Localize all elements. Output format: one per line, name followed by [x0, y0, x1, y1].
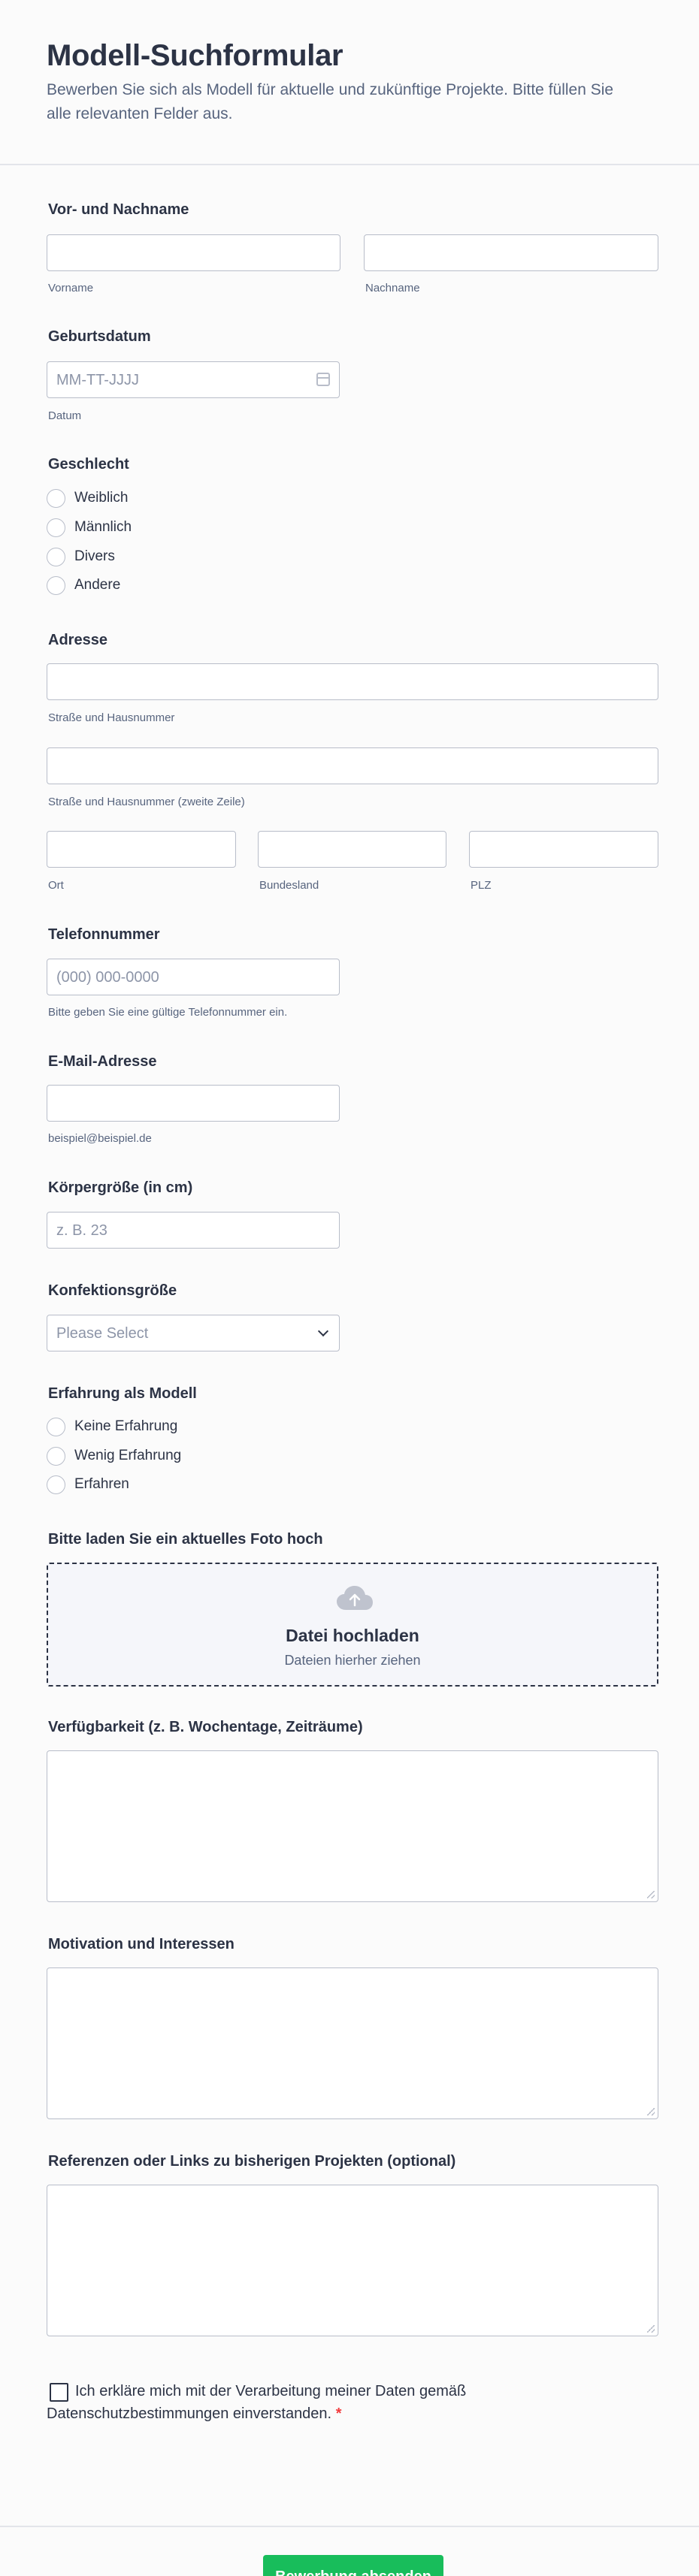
- form-title: Modell-Suchformular: [47, 39, 343, 72]
- gender-option-maennlich[interactable]: Männlich: [47, 517, 132, 538]
- address-label: Adresse: [48, 632, 107, 648]
- zip-input[interactable]: [469, 831, 658, 868]
- submit-button-label: Bewerbung absenden: [263, 2568, 443, 2576]
- phone-sublabel: Bitte geben Sie eine gültige Telefonnumm…: [48, 1006, 288, 1019]
- form-description: Bewerben Sie sich als Modell für aktuell…: [47, 81, 614, 122]
- name-label: Vor- und Nachname: [48, 201, 189, 218]
- street-input[interactable]: [47, 663, 658, 700]
- references-label: Referenzen oder Links zu bisherigen Proj…: [48, 2153, 456, 2170]
- street2-sublabel: Straße und Hausnummer (zweite Zeile): [48, 796, 245, 808]
- photo-label: Bitte laden Sie ein aktuelles Foto hoch: [48, 1531, 323, 1548]
- gender-option-label: Weiblich: [74, 490, 129, 506]
- first-name-input[interactable]: [47, 234, 340, 271]
- last-name-input[interactable]: [364, 234, 658, 271]
- experience-option-experienced[interactable]: Erfahren: [47, 1474, 129, 1495]
- height-label: Körpergröße (in cm): [48, 1179, 193, 1196]
- consent-label: Ich erkläre mich mit der Verarbeitung me…: [47, 2380, 588, 2425]
- size-select[interactable]: Please Select: [47, 1315, 340, 1351]
- resize-handle-icon[interactable]: [647, 1891, 655, 1898]
- motivation-textarea[interactable]: [47, 1967, 658, 2119]
- radio-button[interactable]: [47, 1417, 65, 1436]
- form-header: Modell-Suchformular Bewerben Sie sich al…: [0, 0, 699, 165]
- city-sublabel: Ort: [48, 879, 64, 892]
- email-label: E-Mail-Adresse: [48, 1053, 157, 1070]
- first-name-sublabel: Vorname: [48, 282, 94, 294]
- radio-button[interactable]: [47, 1475, 65, 1494]
- gender-label: Geschlecht: [48, 456, 129, 473]
- consent-text: Ich erkläre mich mit der Verarbeitung me…: [47, 2383, 467, 2422]
- radio-button[interactable]: [47, 518, 65, 537]
- height-placeholder: z. B. 23: [56, 1222, 107, 1239]
- submit-button[interactable]: Bewerbung absenden: [263, 2555, 443, 2576]
- references-textarea[interactable]: [47, 2185, 658, 2336]
- state-input[interactable]: [258, 831, 446, 868]
- radio-button[interactable]: [47, 575, 65, 595]
- resize-handle-icon[interactable]: [647, 2325, 655, 2333]
- last-name-sublabel: Nachname: [365, 282, 420, 294]
- motivation-label: Motivation und Interessen: [48, 1936, 235, 1952]
- file-upload-dropzone[interactable]: Datei hochladen Dateien hierher ziehen: [47, 1563, 658, 1687]
- experience-label: Erfahrung als Modell: [48, 1385, 197, 1402]
- chevron-down-icon: [317, 1325, 329, 1337]
- footer-divider: [0, 2526, 699, 2527]
- size-selected-value: Please Select: [56, 1325, 149, 1342]
- height-input[interactable]: z. B. 23: [47, 1212, 340, 1249]
- city-input[interactable]: [47, 831, 236, 868]
- experience-option-label: Keine Erfahrung: [74, 1418, 178, 1434]
- radio-button[interactable]: [47, 488, 65, 508]
- experience-option-little[interactable]: Wenig Erfahrung: [47, 1445, 181, 1466]
- gender-option-andere[interactable]: Andere: [47, 575, 120, 596]
- experience-option-label: Erfahren: [74, 1476, 129, 1492]
- cloud-upload-icon: [337, 1586, 373, 1610]
- phone-input[interactable]: (000) 000-0000: [47, 959, 340, 995]
- availability-textarea[interactable]: [47, 1750, 658, 1902]
- zip-sublabel: PLZ: [471, 879, 492, 892]
- email-input[interactable]: [47, 1085, 340, 1122]
- birthdate-placeholder: MM-TT-JJJJ: [56, 372, 139, 388]
- radio-button[interactable]: [47, 547, 65, 566]
- phone-label: Telefonnummer: [48, 926, 160, 943]
- calendar-icon[interactable]: [316, 373, 330, 386]
- state-sublabel: Bundesland: [259, 879, 319, 892]
- radio-button[interactable]: [47, 1446, 65, 1466]
- resize-handle-icon[interactable]: [647, 2108, 655, 2115]
- experience-option-none[interactable]: Keine Erfahrung: [47, 1416, 177, 1437]
- street-sublabel: Straße und Hausnummer: [48, 711, 175, 724]
- birthdate-label: Geburtsdatum: [48, 328, 151, 345]
- email-sublabel: beispiel@beispiel.de: [48, 1132, 152, 1145]
- upload-hint: Dateien hierher ziehen: [284, 1653, 421, 1668]
- consent-checkbox[interactable]: [50, 2383, 68, 2402]
- gender-option-weiblich[interactable]: Weiblich: [47, 488, 128, 509]
- required-asterisk: *: [335, 2405, 342, 2422]
- gender-option-label: Andere: [74, 577, 121, 593]
- gender-option-divers[interactable]: Divers: [47, 546, 115, 567]
- experience-option-label: Wenig Erfahrung: [74, 1448, 182, 1463]
- birthdate-sublabel: Datum: [48, 409, 82, 422]
- street2-input[interactable]: [47, 747, 658, 784]
- gender-option-label: Divers: [74, 548, 115, 564]
- birthdate-input[interactable]: MM-TT-JJJJ: [47, 361, 340, 398]
- phone-placeholder: (000) 000-0000: [56, 969, 159, 986]
- availability-label: Verfügbarkeit (z. B. Wochentage, Zeiträu…: [48, 1719, 363, 1735]
- upload-title: Datei hochladen: [286, 1626, 419, 1645]
- gender-option-label: Männlich: [74, 519, 132, 535]
- size-label: Konfektionsgröße: [48, 1282, 177, 1299]
